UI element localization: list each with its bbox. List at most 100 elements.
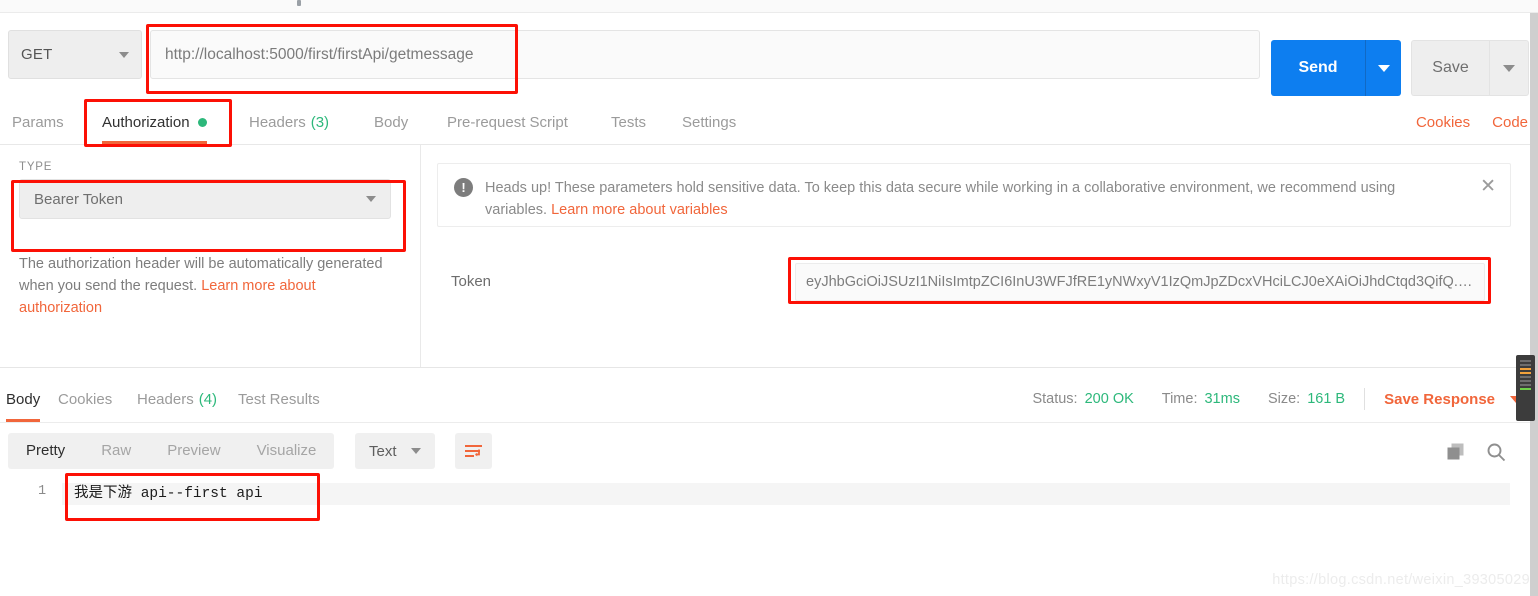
content-type-dropdown[interactable]: Text [355, 433, 435, 469]
minimap-line [1520, 384, 1531, 386]
close-icon[interactable]: ✕ [1480, 177, 1496, 196]
request-right-links: Cookies Code [1416, 100, 1528, 144]
tab-label: Cookies [58, 390, 113, 408]
auth-type-dropdown[interactable]: Bearer Token [19, 179, 391, 219]
code-link[interactable]: Code [1492, 114, 1528, 131]
request-url-value: http://localhost:5000/first/firstApi/get… [165, 45, 474, 63]
line-number: 1 [38, 484, 47, 499]
minimap-line [1520, 376, 1531, 378]
view-pretty[interactable]: Pretty [8, 433, 83, 469]
minimap-line [1520, 380, 1531, 382]
auth-help-text: The authorization header will be automat… [19, 253, 387, 319]
window-top-strip [0, 0, 1538, 13]
view-raw[interactable]: Raw [83, 433, 149, 469]
request-tab-bar: Params Authorization Headers (3) Body Pr… [0, 100, 1538, 145]
response-tab-bar: Body Cookies Headers (4) Test Results St… [0, 368, 1538, 423]
tab-authorization[interactable]: Authorization [102, 100, 207, 144]
status-key: Status: [1032, 391, 1078, 407]
sensitive-data-warning: ! Heads up! These parameters hold sensit… [437, 163, 1511, 227]
auth-type-value: Bearer Token [34, 190, 123, 208]
size-key: Size: [1267, 391, 1301, 407]
response-body-viewer: 1 我是下游 api--first api [0, 478, 1538, 548]
tab-label: Pre-request Script [447, 113, 568, 131]
tab-params[interactable]: Params [12, 100, 64, 144]
search-button[interactable] [1486, 442, 1506, 467]
copy-icon [1447, 443, 1464, 460]
token-input[interactable]: eyJhbGciOiJSUzI1NiIsImtpZCI6InU3WFJfRE1y… [795, 263, 1485, 301]
token-field-label: Token [451, 273, 492, 290]
cookies-link[interactable]: Cookies [1416, 114, 1470, 131]
tab-label: Headers [249, 113, 306, 131]
tab-settings[interactable]: Settings [682, 100, 736, 144]
variables-learn-more-link[interactable]: Learn more about variables [551, 202, 728, 218]
tab-label: Body [374, 113, 409, 131]
response-tab-body[interactable]: Body [6, 376, 41, 422]
minimap-line [1520, 364, 1531, 366]
response-tab-test-results[interactable]: Test Results [238, 376, 320, 422]
tab-label: Headers [137, 390, 194, 408]
tab-count: (4) [198, 390, 218, 408]
word-wrap-icon [465, 444, 482, 457]
alert-icon: ! [454, 178, 473, 197]
save-response-button[interactable]: Save Response [1384, 391, 1495, 408]
time-value: 31ms [1204, 391, 1240, 407]
minimap-line-highlight [1520, 372, 1531, 374]
tab-pre-request-script[interactable]: Pre-request Script [447, 100, 568, 144]
chevron-down-icon [119, 51, 129, 58]
request-url-input[interactable]: http://localhost:5000/first/firstApi/get… [150, 30, 1260, 79]
minimap-line [1520, 360, 1531, 362]
chevron-down-icon [410, 448, 421, 454]
view-visualize[interactable]: Visualize [239, 433, 335, 469]
response-format-toolbar: Pretty Raw Preview Visualize Text [0, 424, 1538, 478]
tab-label: Params [12, 113, 64, 131]
authorization-pane: TYPE Bearer Token The authorization head… [0, 145, 1538, 367]
response-view-segmented-control: Pretty Raw Preview Visualize [8, 433, 335, 469]
unsaved-dot-icon [197, 117, 207, 127]
postman-window: GET http://localhost:5000/first/firstApi… [0, 0, 1538, 596]
chevron-down-icon [1377, 64, 1390, 72]
auth-type-label: TYPE [19, 161, 53, 173]
window-scrollbar[interactable] [1530, 13, 1538, 596]
tab-label: Test Results [238, 390, 320, 408]
status-value: 200 OK [1084, 391, 1134, 407]
time-key: Time: [1161, 391, 1198, 407]
tab-underline [6, 419, 41, 422]
http-method-dropdown[interactable]: GET [8, 30, 142, 79]
line-number-gutter: 1 [0, 478, 58, 518]
size-value: 161 B [1307, 391, 1346, 407]
view-preview[interactable]: Preview [149, 433, 238, 469]
send-button[interactable]: Send [1271, 40, 1365, 96]
chevron-down-icon [1503, 64, 1515, 72]
pane-divider [420, 145, 421, 367]
copy-button[interactable] [1446, 442, 1466, 466]
send-options-button[interactable] [1365, 40, 1401, 96]
watermark: https://blog.csdn.net/weixin_39305029 [1272, 572, 1530, 588]
tab-label: Authorization [102, 113, 190, 131]
token-value: eyJhbGciOiJSUzI1NiIsImtpZCI6InU3WFJfRE1y… [806, 274, 1474, 290]
content-type-value: Text [369, 442, 397, 460]
request-url-row: GET http://localhost:5000/first/firstApi… [0, 13, 1538, 97]
tab-body[interactable]: Body [374, 100, 408, 144]
response-tab-cookies[interactable]: Cookies [58, 376, 112, 422]
save-button[interactable]: Save [1411, 40, 1489, 96]
tab-label: Body [6, 390, 41, 408]
response-body-text[interactable]: 我是下游 api--first api [74, 483, 263, 505]
tab-label: Settings [682, 113, 737, 131]
divider [1364, 388, 1366, 410]
minimap-line-highlight [1520, 368, 1531, 370]
response-tab-headers[interactable]: Headers (4) [137, 376, 217, 422]
search-icon [1487, 443, 1506, 462]
save-options-button[interactable] [1489, 40, 1529, 96]
tab-nib-indicator [297, 0, 301, 6]
tab-tests[interactable]: Tests [611, 100, 646, 144]
tab-headers[interactable]: Headers (3) [249, 100, 329, 144]
word-wrap-toggle[interactable] [455, 433, 492, 469]
code-line-highlight [62, 483, 1510, 505]
code-minimap[interactable] [1516, 355, 1535, 421]
http-method-label: GET [21, 46, 53, 63]
tab-label: Tests [611, 113, 647, 131]
chevron-down-icon [366, 196, 376, 202]
response-meta: Status: 200 OK Time: 31ms Size: 161 B Sa… [1032, 376, 1522, 422]
warning-text: Heads up! These parameters hold sensitiv… [485, 177, 1445, 221]
minimap-line-success [1520, 388, 1531, 390]
